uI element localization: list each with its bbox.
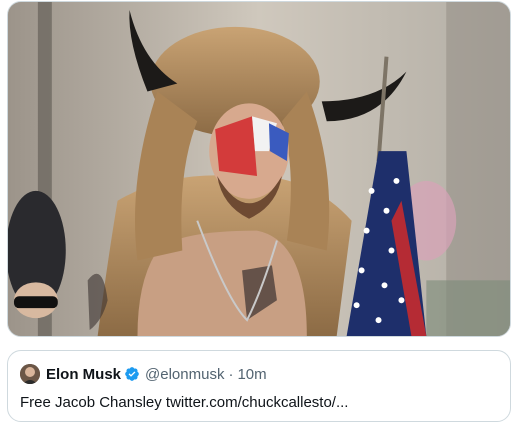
- author-handle[interactable]: @elonmusk: [145, 366, 224, 383]
- tweet-photo[interactable]: [7, 1, 511, 337]
- quoted-tweet-text: Free Jacob Chansley twitter.com/chuckcal…: [20, 394, 349, 411]
- photo-image: [8, 2, 510, 336]
- quoted-tweet-header: Elon Musk @elonmusk · 10m: [20, 363, 498, 385]
- verified-badge-icon: [125, 367, 139, 381]
- quoted-tweet-card[interactable]: Elon Musk @elonmusk · 10m Free Jacob Cha…: [7, 350, 511, 422]
- author-name[interactable]: Elon Musk: [46, 366, 121, 383]
- separator-dot: ·: [228, 365, 234, 383]
- avatar[interactable]: [20, 364, 40, 384]
- tweet-timestamp[interactable]: 10m: [237, 366, 266, 383]
